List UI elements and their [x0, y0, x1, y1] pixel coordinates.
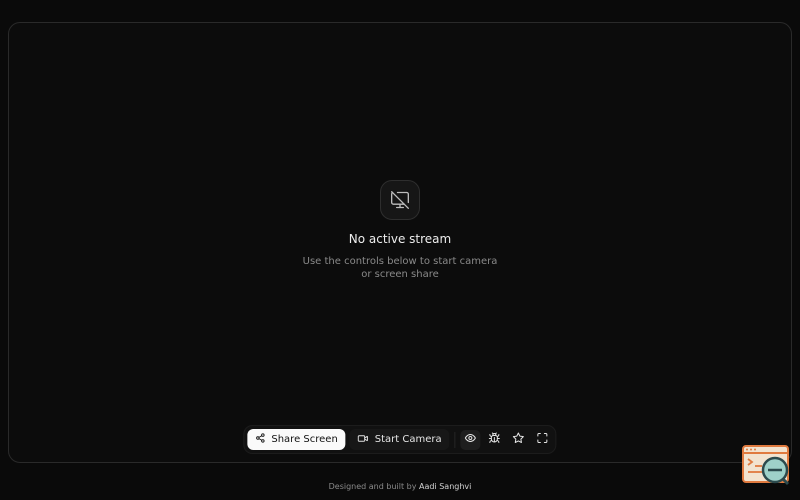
share-icon: [255, 433, 265, 446]
eye-icon: [465, 432, 477, 447]
devtools-widget-icon: [742, 445, 790, 486]
debug-button[interactable]: [485, 430, 505, 450]
author-link[interactable]: Aadi Sanghvi: [419, 482, 471, 491]
stream-controls: Share Screen Start Camera: [243, 425, 557, 454]
devtools-widget[interactable]: [742, 444, 790, 486]
monitor-off-icon: [380, 180, 420, 220]
footer-credit: Designed and built by Aadi Sanghvi: [0, 482, 800, 491]
share-screen-button[interactable]: Share Screen: [247, 429, 346, 450]
start-camera-button[interactable]: Start Camera: [349, 429, 450, 450]
fullscreen-button[interactable]: [533, 430, 553, 450]
start-camera-label: Start Camera: [374, 434, 442, 445]
stream-area: No active stream Use the controls below …: [8, 22, 792, 463]
empty-state-title: No active stream: [348, 232, 452, 246]
empty-state: No active stream Use the controls below …: [9, 180, 791, 281]
empty-state-description: Use the controls below to start camera o…: [302, 256, 498, 280]
share-screen-label: Share Screen: [271, 434, 338, 445]
toolbar-divider: [454, 431, 456, 448]
favorite-button[interactable]: [509, 430, 529, 450]
star-icon: [513, 432, 525, 447]
fullscreen-icon: [537, 432, 549, 447]
bug-icon: [489, 432, 501, 447]
video-camera-icon: [358, 433, 369, 447]
footer-prefix: Designed and built by: [328, 482, 417, 491]
preview-toggle-button[interactable]: [460, 429, 481, 450]
